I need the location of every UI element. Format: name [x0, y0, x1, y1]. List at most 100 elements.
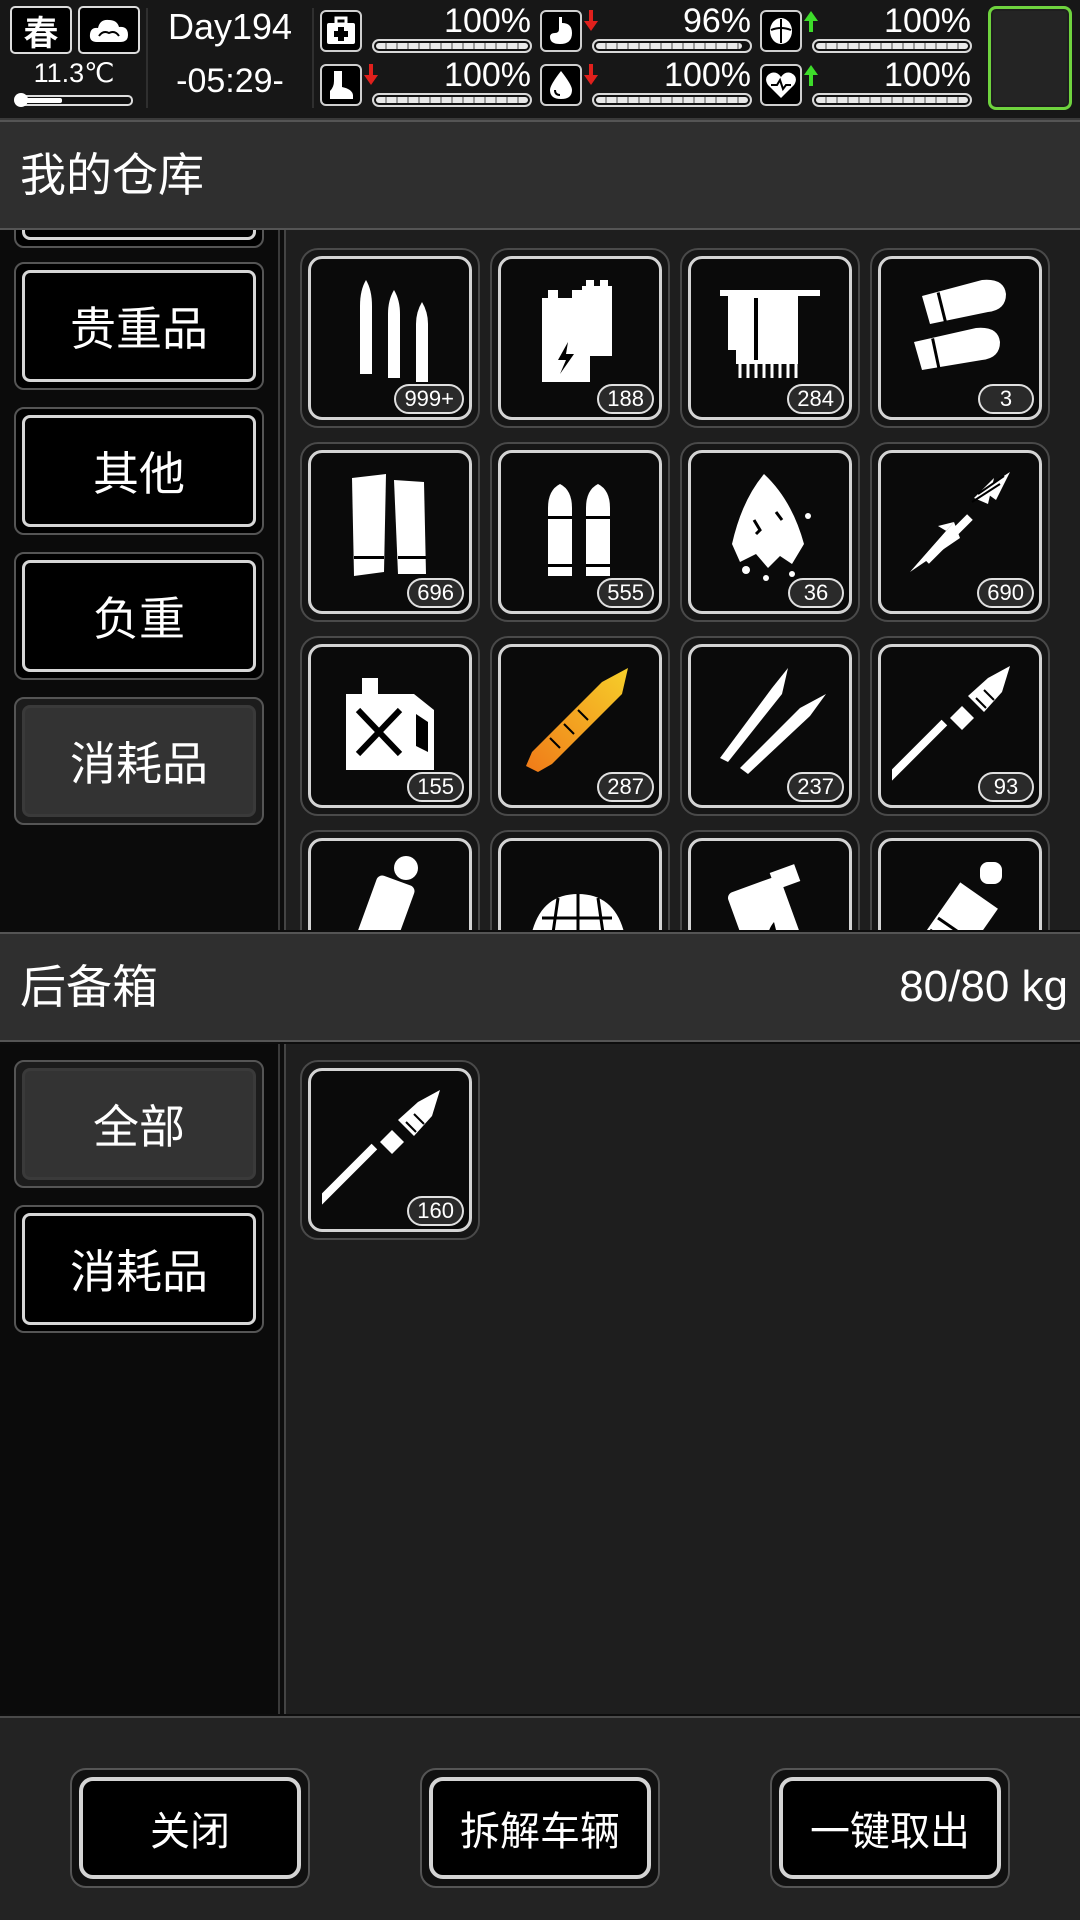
item-quantity: 188 [597, 384, 654, 414]
category-all[interactable]: 全部 [14, 1060, 264, 1188]
towel-icon [720, 290, 820, 378]
item-slot-rpg-rocket[interactable]: 93 [870, 636, 1050, 816]
arrow-down-icon [584, 64, 598, 85]
net-icon [532, 894, 624, 930]
stat-value: 100% [884, 56, 971, 94]
item-quantity: 36 [788, 578, 844, 608]
torn-cloth-icon [732, 474, 811, 581]
item-quantity: 555 [597, 578, 654, 608]
stat-thirst: 100% [540, 56, 755, 110]
divider [312, 8, 314, 108]
category-consumables[interactable]: 消耗品 [14, 697, 264, 825]
fire-grenade-icon [727, 864, 809, 930]
battery-icon [542, 280, 612, 382]
arrow-down-icon [584, 10, 598, 31]
warehouse-header: 我的仓库 [0, 120, 1080, 230]
category-consumables[interactable]: 消耗品 [14, 1205, 264, 1333]
item-slot-battery[interactable]: 188 [490, 248, 670, 428]
item-slot-towel[interactable]: 284 [680, 248, 860, 428]
stat-value: 100% [444, 56, 531, 94]
rpg-rocket-icon [892, 666, 1010, 786]
rpg-rocket-icon [322, 1090, 440, 1210]
item-slot-torn-cloth[interactable]: 36 [680, 442, 860, 622]
dismantle-vehicle-button[interactable]: 拆解车辆 [420, 1768, 660, 1888]
season-badge: 春 [10, 6, 72, 54]
brain-icon [760, 10, 802, 52]
arrow-down-icon [364, 64, 378, 85]
pistol-ammo-icon [548, 484, 610, 576]
stat-value: 100% [884, 2, 971, 40]
close-button[interactable]: 关闭 [70, 1768, 310, 1888]
stat-hunger: 96% [540, 2, 755, 56]
rocket-orange-icon [526, 668, 628, 772]
character-portrait[interactable] [988, 6, 1072, 110]
arrow-up-icon [804, 11, 818, 32]
item-quantity: 93 [978, 772, 1034, 802]
trunk-category-list[interactable]: 全部 消耗品 [0, 1044, 280, 1714]
medkit-icon [320, 10, 362, 52]
item-slot-shotgun-shell[interactable]: 3 [870, 248, 1050, 428]
warehouse-title: 我的仓库 [20, 148, 204, 202]
clock: -05:29- [176, 62, 284, 100]
divider [146, 8, 148, 108]
stat-bar [372, 39, 532, 53]
stat-bar [372, 93, 532, 107]
item-slot-fuel-can[interactable]: 155 [300, 636, 480, 816]
stat-bar [592, 93, 752, 107]
item-slot-shotgun-cartridge[interactable]: 696 [300, 442, 480, 622]
item-quantity: 160 [407, 1196, 464, 1226]
item-quantity: 696 [407, 578, 464, 608]
item-quantity: 690 [977, 578, 1034, 608]
category-carry[interactable]: 负重 [14, 552, 264, 680]
category-partial[interactable] [14, 230, 264, 248]
trunk-weight: 80/80 kg [899, 962, 1068, 1011]
trunk-title: 后备箱 [20, 960, 158, 1014]
trunk-header: 后备箱 80/80 kg [0, 932, 1080, 1042]
item-slot-rifle-ammo[interactable]: 999+ [300, 248, 480, 428]
stat-heart: 100% [760, 56, 975, 110]
item-slot-frag-grenade[interactable] [870, 830, 1050, 930]
item-slot-rpg-rocket[interactable]: 160 [300, 1060, 480, 1240]
arrow-up-icon [804, 65, 818, 86]
item-slot-grenade[interactable] [300, 830, 480, 930]
status-bar: 春 11.3℃ Day194 -05:29- 100% 96% 100% 100… [0, 0, 1080, 120]
category-other[interactable]: 其他 [14, 407, 264, 535]
stat-health: 100% [320, 2, 535, 56]
item-slot-arrow[interactable]: 690 [870, 442, 1050, 622]
arrow-icon [910, 472, 1010, 572]
cloud-icon [78, 6, 140, 54]
stat-value: 100% [444, 2, 531, 40]
stat-value: 96% [682, 2, 751, 40]
item-slot-net[interactable] [490, 830, 670, 930]
item-quantity: 3 [978, 384, 1034, 414]
stomach-icon [540, 10, 582, 52]
stat-stamina: 100% [320, 56, 535, 110]
stat-bar [592, 39, 752, 53]
category-valuables[interactable]: 贵重品 [14, 262, 264, 390]
foot-icon [320, 64, 362, 106]
item-slot-pistol-ammo[interactable]: 555 [490, 442, 670, 622]
shotgun-cartridge-icon [352, 474, 426, 576]
warehouse-item-grid[interactable]: 999+ 188 284 3 696 555 36 690 155 287 23… [284, 230, 1080, 930]
frag-grenade-icon [912, 862, 1002, 930]
take-all-button[interactable]: 一键取出 [770, 1768, 1010, 1888]
rifle-ammo-icon [360, 280, 428, 382]
item-slot-rocket-orange[interactable]: 287 [490, 636, 670, 816]
item-quantity: 284 [787, 384, 844, 414]
fuel-can-icon [346, 678, 434, 770]
stat-bar [812, 39, 972, 53]
warehouse-category-list[interactable]: 贵重品 其他 负重 消耗品 [0, 230, 280, 930]
item-slot-sniper-round[interactable]: 237 [680, 636, 860, 816]
item-slot-fire-grenade[interactable] [680, 830, 860, 930]
shotgun-shell-icon [914, 279, 1006, 370]
heart-icon [760, 64, 802, 106]
item-quantity: 237 [787, 772, 844, 802]
sniper-round-icon [720, 668, 826, 774]
stat-value: 100% [664, 56, 751, 94]
temperature: 11.3℃ [33, 58, 115, 88]
stat-bar [812, 93, 972, 107]
item-quantity: 287 [597, 772, 654, 802]
item-quantity: 155 [407, 772, 464, 802]
water-drop-icon [540, 64, 582, 106]
trunk-item-grid[interactable]: 160 [284, 1044, 1080, 1714]
